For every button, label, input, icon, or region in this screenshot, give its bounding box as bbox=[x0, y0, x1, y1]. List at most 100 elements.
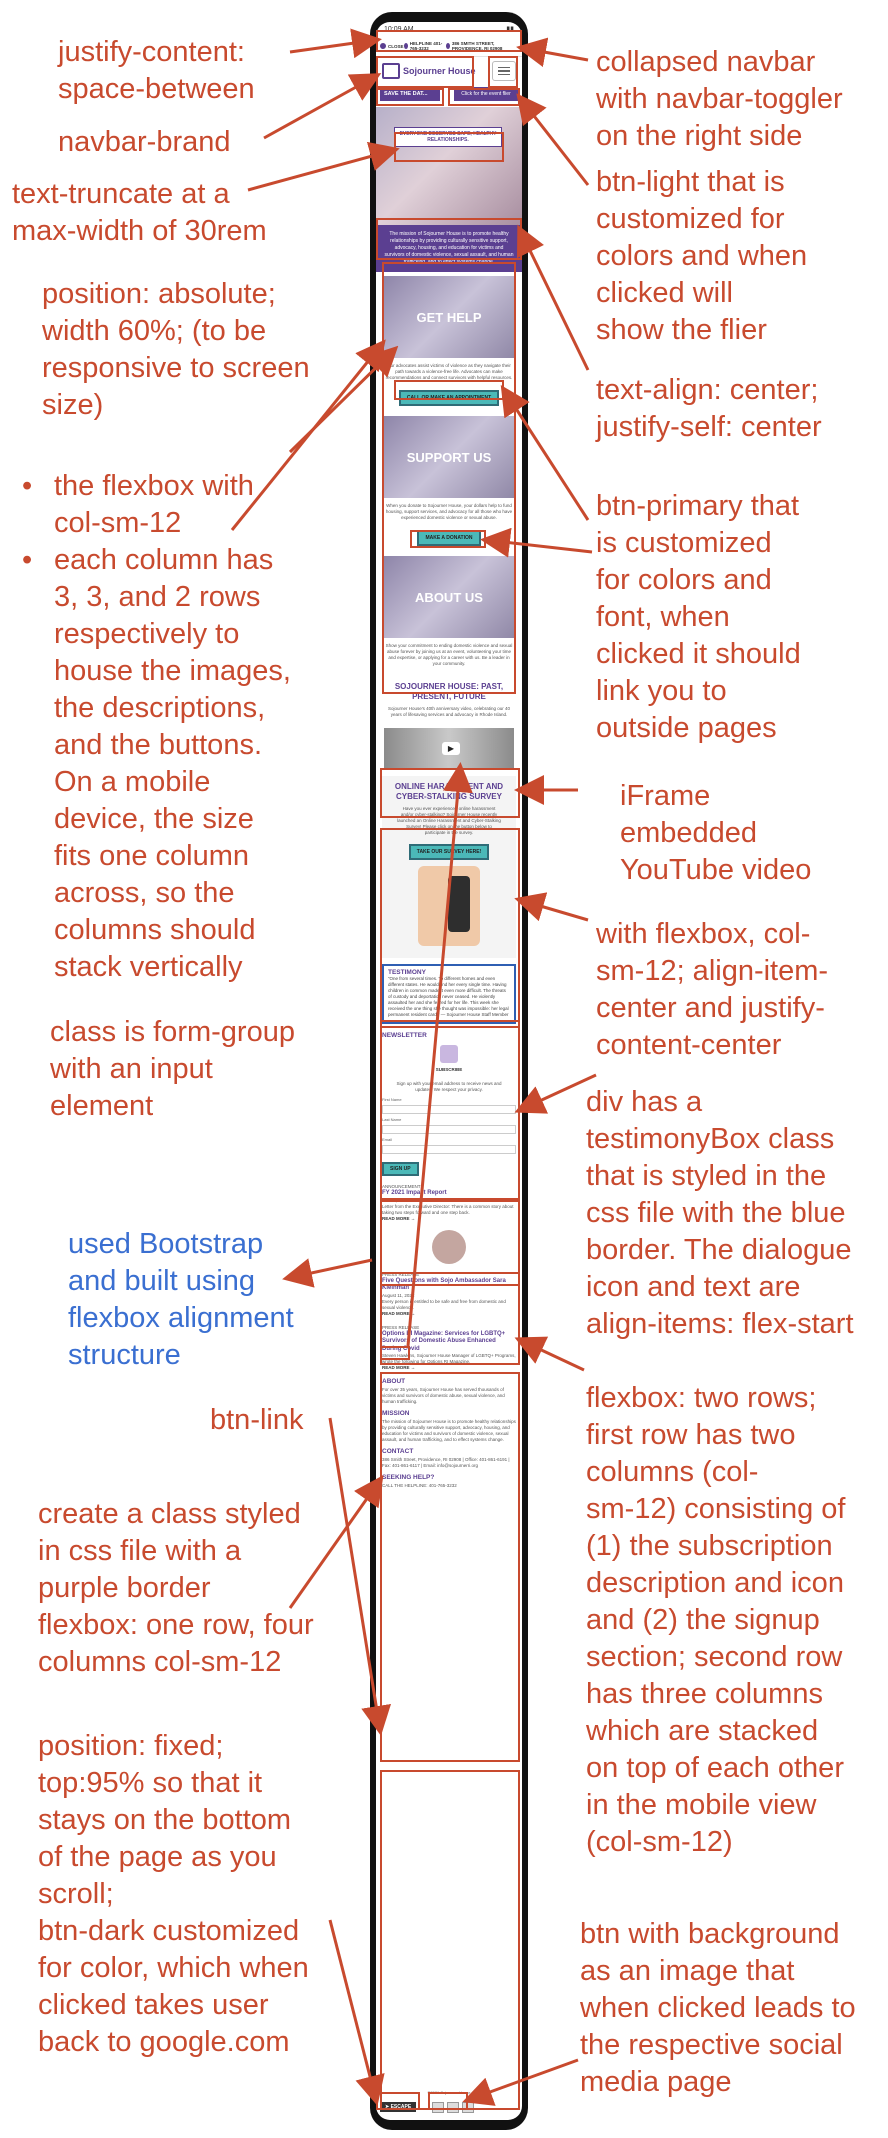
annotation-line: sm-12; align-item- bbox=[596, 955, 829, 987]
annotation-line: customized for bbox=[596, 203, 785, 235]
annotation-line: css file with the blue bbox=[586, 1197, 846, 1229]
annotation-line: (1) the subscription bbox=[586, 1530, 833, 1562]
annotation-form-group: class is form-group with an input elemen… bbox=[50, 1014, 295, 1125]
annotation-line: space-between bbox=[58, 73, 255, 105]
annotation-line: on top of each other bbox=[586, 1752, 844, 1784]
highlight-donation bbox=[410, 530, 486, 548]
annotation-line: border. The dialogue bbox=[586, 1234, 852, 1266]
annotation-line: columns col-sm-12 bbox=[38, 1646, 282, 1678]
annotation-line: which are stacked bbox=[586, 1715, 819, 1747]
annotation-line: class is form-group bbox=[50, 1016, 295, 1048]
highlight-video bbox=[380, 768, 520, 818]
annotation-line: flexbox: two rows; bbox=[586, 1382, 817, 1414]
annotation-line: clicked will bbox=[596, 277, 733, 309]
bullet-item: each column has 3, 3, and 2 rows respect… bbox=[8, 542, 291, 986]
highlight-flier bbox=[448, 88, 520, 106]
annotation-line: with flexbox, col- bbox=[596, 918, 811, 950]
annotation-line: create a class styled bbox=[38, 1498, 301, 1530]
highlight-appointment bbox=[394, 380, 504, 400]
annotation-line: text-truncate at a bbox=[12, 178, 230, 210]
annotation-line: iFrame bbox=[620, 780, 711, 812]
annotation-line: top:95% so that it bbox=[38, 1767, 263, 1799]
annotation-position-absolute: position: absolute; width 60%; (to be re… bbox=[42, 276, 310, 424]
annotation-line: on the right side bbox=[596, 120, 803, 152]
play-icon[interactable]: ▶ bbox=[442, 742, 460, 755]
annotation-line: colors and when bbox=[596, 240, 808, 272]
highlight-footer bbox=[380, 1770, 520, 2110]
annotation-line: flexbox alignment bbox=[68, 1302, 294, 1334]
annotation-line: btn-light that is bbox=[596, 166, 785, 198]
annotation-line: YouTube video bbox=[620, 854, 812, 886]
annotation-align-center: with flexbox, col- sm-12; align-item- ce… bbox=[596, 916, 828, 1064]
annotation-text-align: text-align: center; justify-self: center bbox=[596, 372, 822, 446]
arrow bbox=[516, 224, 590, 371]
annotation-bootstrap-note: used Bootstrap and built using flexbox a… bbox=[68, 1226, 294, 1374]
annotation-line: center and justify- bbox=[596, 992, 825, 1024]
annotation-line: with navbar-toggler bbox=[596, 83, 843, 115]
annotation-position-fixed: position: fixed; top:95% so that it stay… bbox=[38, 1728, 309, 2061]
annotation-line: btn with background bbox=[580, 1918, 840, 1950]
annotation-line: back to google.com bbox=[38, 2026, 290, 2058]
annotation-line: when clicked leads to bbox=[580, 1992, 856, 2024]
annotation-line: outside pages bbox=[596, 712, 777, 744]
annotation-text-truncate: text-truncate at a max-width of 30rem bbox=[12, 176, 267, 250]
annotation-line: show the flier bbox=[596, 314, 767, 346]
past-present-desc: Sojourner House's 40th anniversary video… bbox=[388, 706, 510, 717]
highlight-mission bbox=[376, 218, 522, 260]
highlight-topbar bbox=[376, 30, 522, 52]
annotation-line: btn-dark customized bbox=[38, 1915, 300, 1947]
annotation-newsletter-flexbox: flexbox: two rows; first row has two col… bbox=[586, 1380, 846, 1861]
annotation-justify-content: justify-content: space-between bbox=[58, 34, 255, 108]
highlight-cards bbox=[382, 262, 516, 694]
annotation-collapsed-navbar: collapsed navbar with navbar-toggler on … bbox=[596, 44, 843, 155]
annotation-line: (col-sm-12) bbox=[586, 1826, 733, 1858]
annotation-line: justify-self: center bbox=[596, 411, 822, 443]
annotation-line: in css file with a bbox=[38, 1535, 242, 1567]
highlight-hero-text bbox=[394, 132, 504, 162]
highlight-toggler bbox=[488, 56, 518, 88]
annotation-social-buttons: btn with background as an image that whe… bbox=[580, 1916, 856, 2101]
annotation-line: embedded bbox=[620, 817, 758, 849]
arrow bbox=[282, 1258, 373, 1288]
annotation-line: for color, which when bbox=[38, 1952, 309, 1984]
annotation-line: scroll; bbox=[38, 1878, 114, 1910]
annotation-line: stays on the bottom bbox=[38, 1804, 292, 1836]
annotation-line: description and icon bbox=[586, 1567, 844, 1599]
arrow bbox=[514, 1073, 597, 1114]
annotation-line: structure bbox=[68, 1339, 181, 1371]
annotation-line: font, when bbox=[596, 601, 730, 633]
annotation-line: has three columns bbox=[586, 1678, 823, 1710]
highlight-signup bbox=[380, 1346, 410, 1360]
highlight-form-group bbox=[380, 1272, 520, 1286]
annotation-line: for colors and bbox=[596, 564, 772, 596]
annotation-flexbox-columns: the flexbox withcol-sm-12 each column ha… bbox=[8, 468, 291, 986]
arrow bbox=[516, 37, 589, 68]
annotation-line: width 60%; (to be bbox=[42, 315, 267, 347]
annotation-line: responsive to screen bbox=[42, 352, 310, 384]
annotation-line: that is styled in the bbox=[586, 1160, 827, 1192]
annotation-line: sm-12) consisting of bbox=[586, 1493, 846, 1525]
youtube-iframe[interactable]: ▶ bbox=[384, 728, 514, 770]
annotation-line: section; second row bbox=[586, 1641, 843, 1673]
read-more-link[interactable]: READ MORE → bbox=[382, 1365, 516, 1371]
annotation-line: div has a bbox=[586, 1086, 703, 1118]
hero-image: EVERYONE DESERVES SAFE, HEALTHY RELATION… bbox=[376, 107, 522, 225]
arrow bbox=[289, 28, 382, 59]
annotation-line: is customized bbox=[596, 527, 772, 559]
annotation-line: and (2) the signup bbox=[586, 1604, 820, 1636]
annotation-line: position: absolute; bbox=[42, 278, 276, 310]
annotation-line: columns (col- bbox=[586, 1456, 759, 1488]
highlight-escape bbox=[376, 2092, 420, 2110]
annotation-line: text-align: center; bbox=[596, 374, 819, 406]
annotation-line: as an image that bbox=[580, 1955, 795, 1987]
annotation-line: max-width of 30rem bbox=[12, 215, 267, 247]
annotation-line: size) bbox=[42, 389, 104, 421]
annotation-line: justify-content: bbox=[58, 36, 245, 68]
annotation-btn-link: btn-link bbox=[210, 1404, 304, 1436]
annotation-iframe: iFrame embedded YouTube video bbox=[620, 778, 811, 889]
bullet-item: the flexbox withcol-sm-12 bbox=[8, 468, 291, 542]
annotation-line: media page bbox=[580, 2066, 732, 2098]
annotation-line: in the mobile view bbox=[586, 1789, 817, 1821]
annotation-line: content-center bbox=[596, 1029, 782, 1061]
annotation-line: btn-primary that bbox=[596, 490, 800, 522]
